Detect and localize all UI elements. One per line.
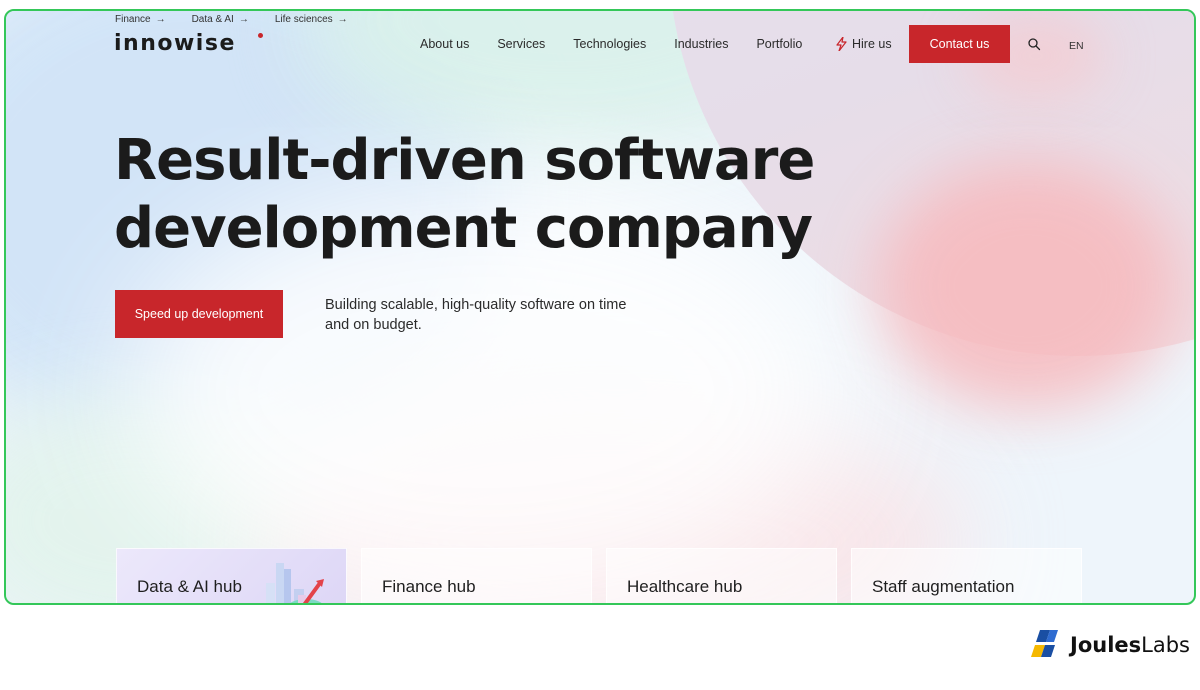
nav-item-industries[interactable]: Industries xyxy=(674,37,728,51)
nav-item-technologies[interactable]: Technologies xyxy=(573,37,646,51)
hub-card-label: Healthcare hub xyxy=(627,577,743,596)
language-switcher[interactable]: EN xyxy=(1069,40,1084,52)
nav-item-services[interactable]: Services xyxy=(497,37,545,51)
hire-us-link[interactable]: Hire us xyxy=(836,37,892,51)
lightning-icon xyxy=(836,37,847,51)
top-link-life-sciences[interactable]: Life sciences → xyxy=(275,14,348,25)
jouleslabs-watermark: JoulesLabs xyxy=(1028,628,1190,662)
hero-title: Result-driven software development compa… xyxy=(114,127,834,263)
hub-card-healthcare[interactable]: Healthcare hub xyxy=(606,548,837,603)
hub-card-label: Data & AI hub xyxy=(137,577,242,596)
hire-us-label: Hire us xyxy=(852,37,892,51)
hero-subtitle: Building scalable, high-quality software… xyxy=(325,297,627,333)
arrow-right-icon: → xyxy=(155,14,166,25)
hub-card-label: Staff augmentation xyxy=(872,577,1015,596)
search-icon[interactable] xyxy=(1027,37,1041,51)
top-links: Finance → Data & AI → Life sciences → xyxy=(115,14,348,25)
nav-item-about-us[interactable]: About us xyxy=(420,37,469,51)
hub-card-finance[interactable]: Finance hub xyxy=(361,548,592,603)
top-link-finance[interactable]: Finance → xyxy=(115,14,166,25)
hub-card-label: Finance hub xyxy=(382,577,476,596)
speed-up-development-button[interactable]: Speed up development xyxy=(115,290,283,338)
logo-dot-icon xyxy=(258,33,263,38)
main-nav: About us Services Technologies Industrie… xyxy=(420,37,802,51)
city-chart-illustration-icon xyxy=(266,563,324,603)
browser-viewport: Finance → Data & AI → Life sciences → innow… xyxy=(4,9,1196,605)
arrow-right-icon: → xyxy=(238,14,249,25)
contact-us-button[interactable]: Contact us xyxy=(909,25,1010,63)
hub-card-data-ai[interactable]: Data & AI hub xyxy=(116,548,347,603)
decorative-pink-glow xyxy=(878,161,1178,411)
hero-title-line-1: Result-driven software xyxy=(114,128,815,193)
jouleslabs-wordmark: JoulesLabs xyxy=(1070,633,1190,657)
hub-card-staff-augmentation[interactable]: Staff augmentation xyxy=(851,548,1082,603)
hero-title-line-2: development company xyxy=(114,196,813,261)
jouleslabs-logo-icon xyxy=(1031,630,1058,657)
nav-item-portfolio[interactable]: Portfolio xyxy=(756,37,802,51)
top-link-data-ai[interactable]: Data & AI → xyxy=(192,14,249,25)
arrow-right-icon: → xyxy=(337,14,348,25)
innowise-logo[interactable]: innowise xyxy=(114,31,236,56)
hub-cards: Data & AI hub Finance hub Healthcare hub… xyxy=(116,548,1082,603)
